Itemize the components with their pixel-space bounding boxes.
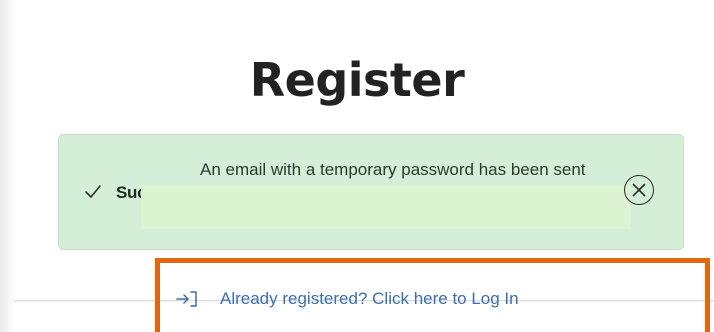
page-title: Register <box>249 52 465 107</box>
close-alert-button[interactable] <box>624 175 654 205</box>
sidebar-edge <box>0 0 14 332</box>
alert-message-overlay <box>141 185 631 229</box>
success-alert: Success An email with a temporary passwo… <box>58 134 684 250</box>
login-link[interactable]: Already registered? Click here to Log In <box>176 287 519 311</box>
login-link-label: Already registered? Click here to Log In <box>220 289 519 308</box>
register-page: Register Success An email with a tempora… <box>0 0 714 332</box>
close-icon <box>632 183 646 197</box>
alert-message: An email with a temporary password has b… <box>200 160 586 179</box>
login-arrow-icon <box>176 290 198 308</box>
check-icon <box>84 182 104 202</box>
